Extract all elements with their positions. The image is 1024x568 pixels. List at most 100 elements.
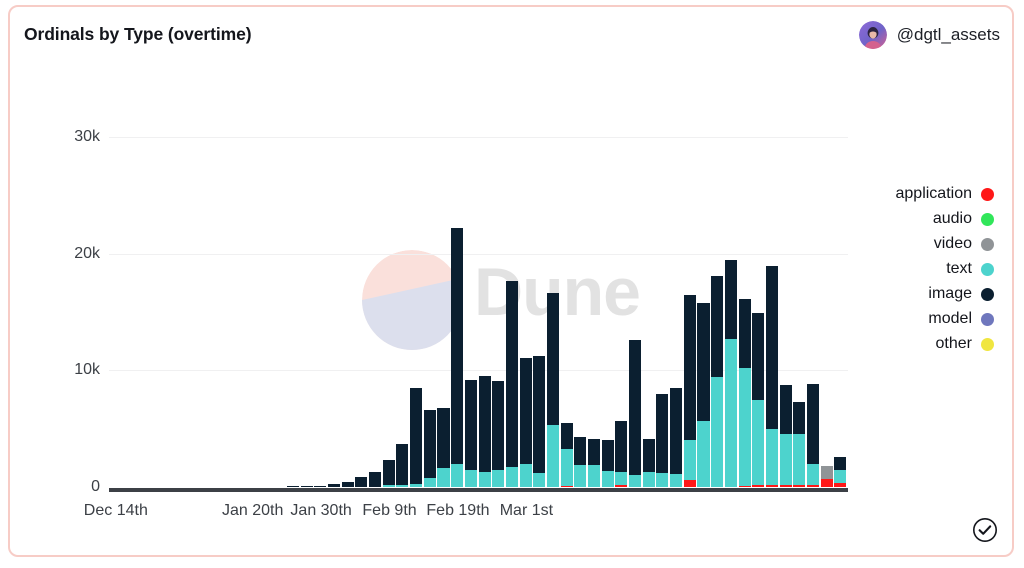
bar-column[interactable]	[615, 421, 628, 487]
bar-segment-image	[533, 356, 546, 473]
y-axis-tick-label: 0	[91, 478, 100, 495]
bar-column[interactable]	[724, 259, 737, 487]
bar-segment-image	[327, 484, 341, 487]
x-axis-tick-label: Feb 9th	[362, 502, 417, 519]
verified-badge-icon[interactable]	[972, 517, 998, 543]
x-axis-tick-label: Jan 20th	[221, 502, 284, 519]
bar-column[interactable]	[396, 443, 409, 487]
bar-column[interactable]	[574, 436, 587, 487]
bar-segment-text	[382, 485, 395, 487]
bar-column[interactable]	[286, 486, 299, 487]
bar-segment-image	[355, 476, 368, 487]
bar-column[interactable]	[752, 312, 765, 487]
legend-color-swatch	[981, 287, 994, 301]
legend-item-application[interactable]: application	[895, 185, 994, 203]
bar-segment-application	[793, 485, 806, 487]
bar-segment-text	[423, 477, 436, 487]
bar-column[interactable]	[711, 275, 724, 487]
bar-column[interactable]	[546, 293, 559, 487]
bar-column[interactable]	[341, 482, 354, 487]
bar-segment-text	[587, 464, 601, 487]
bar-segment-image	[519, 357, 532, 464]
bar-column[interactable]	[806, 383, 820, 487]
bar-segment-image	[724, 259, 737, 339]
bar-column[interactable]	[464, 379, 477, 487]
bar-column[interactable]	[327, 484, 341, 487]
legend-item-image[interactable]: image	[928, 285, 994, 303]
bar-column[interactable]	[738, 299, 751, 487]
bar-segment-image	[683, 294, 696, 441]
bar-column[interactable]	[355, 476, 368, 487]
account-badge[interactable]: @dgtl_assets	[858, 21, 1000, 49]
bar-segment-image	[601, 440, 614, 471]
legend-item-video[interactable]: video	[934, 235, 994, 253]
bar-column[interactable]	[519, 357, 532, 487]
bar-column[interactable]	[382, 459, 395, 487]
user-avatar-icon[interactable]	[858, 21, 887, 49]
bar-column[interactable]	[834, 456, 847, 487]
bar-segment-image	[410, 387, 423, 484]
x-axis-tick-label: Mar 1st	[499, 502, 554, 519]
bar-column[interactable]	[642, 439, 655, 487]
bar-column[interactable]	[492, 380, 505, 487]
legend-item-audio[interactable]: audio	[933, 210, 994, 228]
bar-column[interactable]	[765, 266, 778, 487]
bar-segment-application	[683, 480, 696, 487]
bar-segment-text	[711, 377, 724, 487]
x-axis-line	[109, 488, 848, 492]
bar-column[interactable]	[629, 340, 642, 487]
bar-segment-text	[519, 463, 532, 487]
bar-segment-image	[834, 456, 847, 470]
bar-segment-text	[834, 469, 847, 483]
legend-item-model[interactable]: model	[928, 310, 994, 328]
bar-segment-application	[806, 485, 820, 487]
bar-column[interactable]	[656, 393, 669, 487]
bar-column[interactable]	[587, 439, 601, 487]
bar-segment-text	[806, 464, 820, 486]
bar-column[interactable]	[451, 228, 464, 487]
bar-segment-image	[711, 275, 724, 378]
legend-item-label: application	[895, 185, 973, 202]
bar-column[interactable]	[369, 471, 382, 487]
bar-segment-text	[615, 472, 628, 486]
bar-segment-text	[629, 475, 642, 487]
legend-item-label: image	[928, 285, 972, 302]
bar-segment-image	[574, 436, 587, 465]
bar-column[interactable]	[410, 387, 423, 487]
bar-column[interactable]	[683, 294, 696, 487]
bar-column[interactable]	[437, 407, 450, 487]
bar-column[interactable]	[300, 486, 313, 487]
bar-series-group	[109, 102, 848, 487]
bar-segment-text	[478, 471, 491, 487]
bar-column[interactable]	[423, 410, 436, 487]
bar-column[interactable]	[505, 280, 518, 487]
bar-segment-text	[724, 338, 737, 487]
bar-segment-text	[683, 440, 696, 480]
bar-column[interactable]	[779, 385, 792, 487]
bar-segment-application	[752, 485, 765, 487]
chart-card: Ordinals by Type (overtime) @dgtl_assets	[8, 5, 1014, 557]
bar-segment-image	[546, 293, 559, 426]
bar-column[interactable]	[314, 485, 327, 487]
legend-item-other[interactable]: other	[936, 335, 994, 353]
bar-segment-text	[793, 434, 806, 486]
bar-segment-text	[505, 467, 518, 487]
bar-column[interactable]	[601, 440, 614, 487]
bar-column[interactable]	[533, 356, 546, 487]
bar-column[interactable]	[478, 376, 491, 487]
bar-segment-image	[752, 312, 765, 401]
account-handle[interactable]: @dgtl_assets	[897, 25, 1000, 45]
bar-column[interactable]	[820, 466, 833, 487]
bar-segment-application	[834, 482, 847, 487]
legend-item-text[interactable]: text	[946, 260, 994, 278]
bar-segment-text	[451, 463, 464, 487]
bar-segment-video	[820, 466, 833, 480]
bar-column[interactable]	[560, 422, 573, 487]
bar-segment-image	[697, 302, 710, 421]
bar-column[interactable]	[793, 401, 806, 487]
bar-column[interactable]	[670, 387, 683, 487]
bar-column[interactable]	[697, 302, 710, 487]
bar-segment-image	[341, 482, 354, 487]
bar-segment-text	[437, 468, 450, 487]
bar-segment-text	[574, 464, 587, 487]
